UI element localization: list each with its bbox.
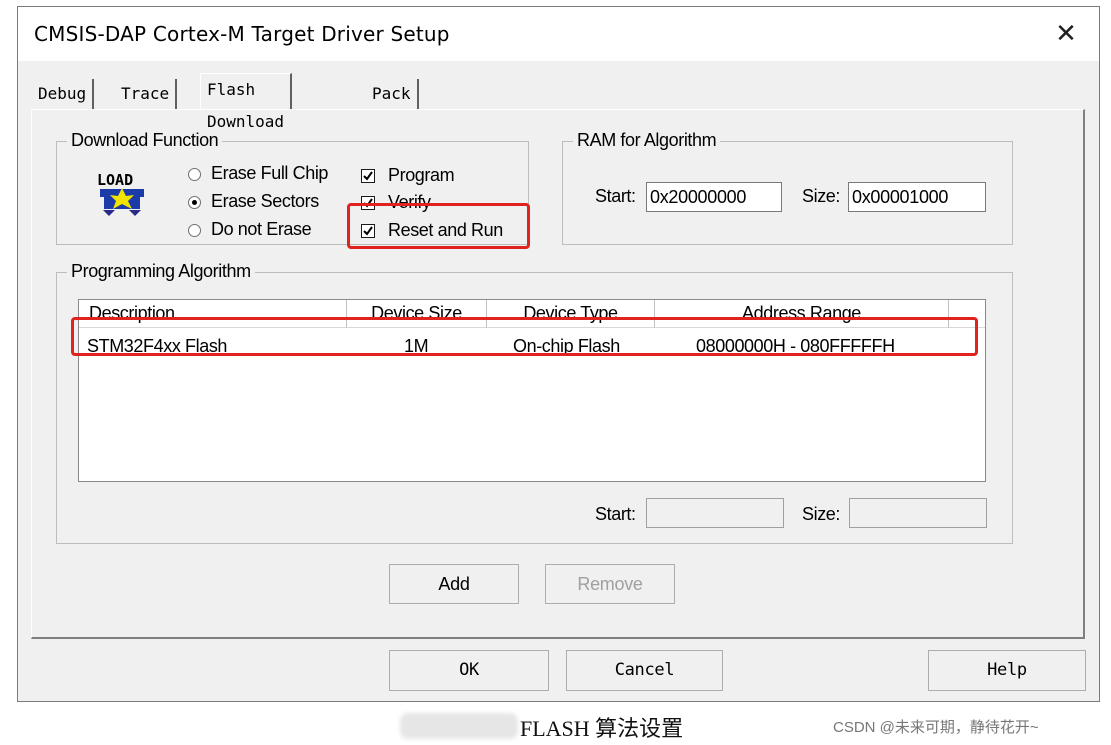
ram-for-algorithm-label: RAM for Algorithm xyxy=(573,130,721,151)
checkmark-icon xyxy=(363,171,373,181)
window-title: CMSIS-DAP Cortex-M Target Driver Setup xyxy=(34,22,450,46)
add-button[interactable]: Add xyxy=(389,564,519,604)
ram-size-input[interactable]: 0x00001000 xyxy=(848,182,986,212)
tab-flash-download[interactable]: Flash Download xyxy=(200,73,293,131)
ram-for-algorithm-group: RAM for Algorithm Start: 0x20000000 Size… xyxy=(562,130,1013,245)
erase-sectors-radio[interactable] xyxy=(188,196,201,209)
do-not-erase-radio[interactable] xyxy=(188,224,201,237)
ram-start-input[interactable]: 0x20000000 xyxy=(646,182,782,212)
erase-sectors-label: Erase Sectors xyxy=(211,191,319,211)
algo-start-label: Start: xyxy=(595,504,636,524)
load-icon-text: LOAD xyxy=(97,171,133,189)
algorithm-row-highlight xyxy=(71,317,978,356)
do-not-erase-label: Do not Erase xyxy=(211,219,312,239)
erase-full-chip-radio[interactable] xyxy=(188,168,201,181)
download-function-label: Download Function xyxy=(67,130,223,151)
cancel-button[interactable]: Cancel xyxy=(566,650,723,691)
tab-debug[interactable]: Debug xyxy=(32,79,95,109)
reset-and-run-highlight xyxy=(347,203,530,249)
close-icon[interactable]: ✕ xyxy=(1049,17,1083,51)
program-checkbox[interactable] xyxy=(361,169,375,183)
figure-caption: FLASH 算法设置 xyxy=(520,716,684,741)
ok-button[interactable]: OK xyxy=(389,650,549,691)
algo-size-input[interactable] xyxy=(849,498,987,528)
erase-full-chip-label: Erase Full Chip xyxy=(211,163,329,183)
ram-start-label: Start: xyxy=(595,186,636,206)
program-label: Program xyxy=(388,165,455,185)
algo-size-label: Size: xyxy=(802,504,841,524)
blurred-caption-prefix xyxy=(400,713,518,739)
algo-start-input[interactable] xyxy=(646,498,784,528)
remove-button[interactable]: Remove xyxy=(545,564,675,604)
watermark: CSDN @未来可期，静待花开~ xyxy=(833,719,1039,736)
programming-algorithm-label: Programming Algorithm xyxy=(67,261,255,282)
help-button[interactable]: Help xyxy=(928,650,1086,691)
title-bar: CMSIS-DAP Cortex-M Target Driver Setup ✕ xyxy=(18,7,1099,61)
target-driver-setup-dialog: CMSIS-DAP Cortex-M Target Driver Setup ✕… xyxy=(17,6,1100,702)
tab-pack[interactable]: Pack xyxy=(366,79,419,109)
tab-trace[interactable]: Trace xyxy=(115,79,178,109)
load-icon: LOAD xyxy=(95,168,151,222)
ram-size-label: Size: xyxy=(802,186,841,206)
